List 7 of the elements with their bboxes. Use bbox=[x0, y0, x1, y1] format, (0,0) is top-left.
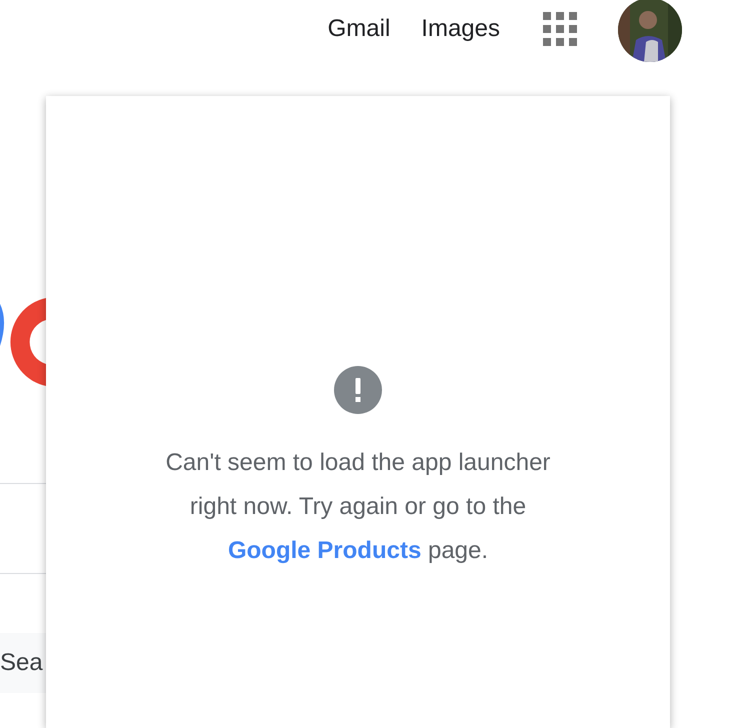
search-button[interactable]: Sea bbox=[0, 633, 46, 693]
header-link[interactable]: Images bbox=[421, 11, 500, 47]
header-link[interactable]: Gmail bbox=[328, 11, 390, 47]
error-message: Can't seem to load the app launcher right now. Try again or go to the Google Products page. bbox=[164, 448, 552, 566]
apps-grid-icon[interactable] bbox=[543, 12, 577, 46]
warning-icon bbox=[334, 366, 382, 414]
google-products-link[interactable]: Google Products bbox=[228, 537, 422, 564]
